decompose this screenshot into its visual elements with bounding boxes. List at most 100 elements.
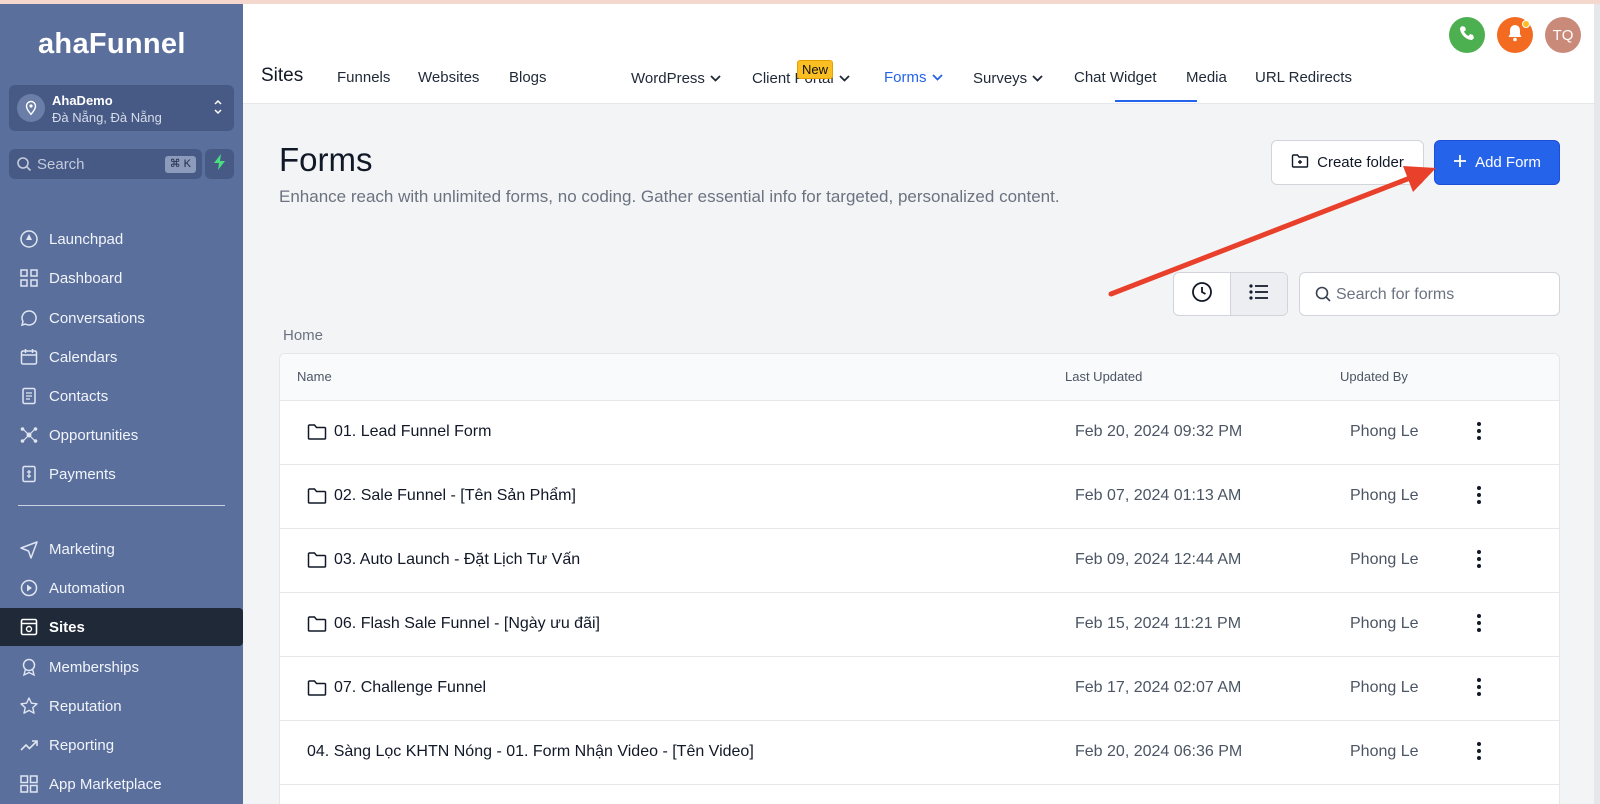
tab-label: Chat Widget (1074, 69, 1157, 86)
address-book-icon (19, 386, 39, 406)
clock-icon (1191, 281, 1213, 308)
trend-icon (19, 735, 39, 755)
phone-button[interactable] (1449, 17, 1485, 53)
more-vertical-icon[interactable] (1476, 741, 1482, 766)
chevron-down-icon (931, 68, 943, 85)
sidebar-item-label: Automation (49, 579, 125, 597)
lightning-icon (213, 153, 227, 175)
sidebar-item-calendars[interactable]: Calendars (0, 338, 243, 376)
list-view-button[interactable] (1231, 273, 1287, 315)
badge-icon (19, 657, 39, 677)
sidebar-item-label: Dashboard (49, 269, 123, 287)
brand-logo[interactable]: ahaFunnel (38, 28, 186, 61)
sites-icon (19, 617, 39, 637)
row-last-updated: Feb 20, 2024 09:32 PM (1075, 423, 1243, 440)
tab-websites[interactable]: Websites (418, 69, 479, 86)
sidebar-item-label: Calendars (49, 348, 118, 366)
create-folder-button[interactable]: Create folder (1271, 140, 1424, 185)
add-form-button[interactable]: Add Form (1434, 140, 1560, 185)
sidebar-item-label: Contacts (49, 387, 109, 405)
sidebar-item-dashboard[interactable]: Dashboard (0, 259, 243, 297)
table-row[interactable]: 04. Sàng Lọc KHTN Nóng - 01. Form Nhận V… (280, 721, 1559, 785)
search-icon (16, 156, 32, 177)
folder-icon (307, 551, 327, 574)
row-last-updated: Feb 15, 2024 11:21 PM (1075, 615, 1242, 632)
row-name: 02. Sale Funnel - [Tên Sản Phẩm] (334, 487, 576, 504)
sidebar-item-automation[interactable]: Automation (0, 569, 243, 607)
column-name[interactable]: Name (297, 369, 332, 384)
tab-label: Surveys (973, 70, 1028, 87)
tab-blogs[interactable]: Blogs (509, 69, 547, 86)
search-forms-input[interactable]: Search for forms (1299, 272, 1560, 316)
folder-icon (307, 487, 327, 510)
chevron-down-icon (710, 69, 721, 86)
row-updated-by: Phong Le (1350, 679, 1419, 696)
add-form-label: Add Form (1475, 154, 1541, 171)
chevron-down-icon (839, 69, 850, 86)
row-last-updated: Feb 07, 2024 01:13 AM (1075, 487, 1242, 504)
sidebar-search[interactable]: Search ⌘ K (9, 149, 202, 179)
more-vertical-icon[interactable] (1476, 421, 1482, 446)
tab-funnels[interactable]: Funnels (337, 69, 390, 86)
sidebar-item-reporting[interactable]: Reporting (0, 726, 243, 764)
table-row[interactable]: 03. Auto Launch - Đặt Lịch Tư Vấn Feb 09… (280, 529, 1559, 593)
new-badge: New (797, 60, 834, 79)
sidebar-item-launchpad[interactable]: Launchpad (0, 220, 243, 258)
quick-action-button[interactable] (205, 149, 234, 179)
row-updated-by: Phong Le (1350, 615, 1419, 632)
row-name: 07. Challenge Funnel (334, 679, 487, 696)
sidebar-item-contacts[interactable]: Contacts (0, 377, 243, 415)
view-toggle (1173, 272, 1288, 316)
tab-label: Websites (418, 69, 480, 86)
more-vertical-icon[interactable] (1476, 485, 1482, 510)
scrollbar-track (1594, 4, 1600, 804)
chat-icon (19, 308, 39, 328)
forms-table: Name Last Updated Updated By 01. Lead Fu… (279, 353, 1560, 804)
header-title: Sites (261, 65, 304, 86)
tab-media[interactable]: Media (1186, 69, 1227, 86)
sidebar-item-sites[interactable]: Sites (0, 608, 243, 646)
column-updated-by[interactable]: Updated By (1340, 369, 1408, 384)
apps-icon (19, 774, 39, 794)
bell-icon (1506, 23, 1524, 47)
folder-icon (307, 615, 327, 638)
more-vertical-icon[interactable] (1476, 677, 1482, 702)
row-last-updated: Feb 09, 2024 12:44 AM (1075, 551, 1242, 568)
sidebar-item-label: Launchpad (49, 230, 124, 248)
notification-dot (1522, 20, 1530, 28)
table-row[interactable]: 01. Lead Funnel Form Feb 20, 2024 09:32 … (280, 401, 1559, 465)
sidebar-item-conversations[interactable]: Conversations (0, 299, 243, 337)
top-header: Sites Funnels Websites Blogs WordPress C… (243, 4, 1594, 104)
sidebar-item-marketing[interactable]: Marketing (0, 530, 243, 568)
sidebar-item-payments[interactable]: Payments (0, 455, 243, 493)
recent-view-button[interactable] (1174, 273, 1231, 315)
chevron-updown-icon (212, 97, 224, 122)
sidebar-item-reputation[interactable]: Reputation (0, 687, 243, 725)
account-name: AhaDemo (52, 93, 113, 108)
active-tab-indicator (1115, 100, 1197, 102)
more-vertical-icon[interactable] (1476, 549, 1482, 574)
sidebar-item-memberships[interactable]: Memberships (0, 648, 243, 686)
tab-url-redirects[interactable]: URL Redirects (1255, 69, 1352, 86)
sidebar-item-opportunities[interactable]: Opportunities (0, 416, 243, 454)
page-title: Forms (279, 141, 373, 178)
table-row[interactable]: 02. Sale Funnel - [Tên Sản Phẩm] Feb 07,… (280, 465, 1559, 529)
tab-chat-widget[interactable]: Chat Widget (1074, 69, 1157, 86)
tab-wordpress[interactable]: WordPress (631, 69, 721, 87)
table-row[interactable]: 07. Challenge Funnel Feb 17, 2024 02:07 … (280, 657, 1559, 721)
avatar[interactable]: TQ (1545, 17, 1581, 53)
avatar-initials: TQ (1552, 26, 1574, 44)
account-switcher[interactable]: AhaDemo Đà Nẵng, Đà Nẵng (9, 85, 234, 131)
column-last-updated[interactable]: Last Updated (1065, 369, 1142, 384)
tab-forms[interactable]: Forms (884, 68, 943, 86)
tab-label: URL Redirects (1255, 69, 1352, 86)
sidebar: ahaFunnel AhaDemo Đà Nẵng, Đà Nẵng Searc… (0, 4, 243, 804)
more-vertical-icon[interactable] (1476, 613, 1482, 638)
calendar-icon (19, 347, 39, 367)
sidebar-item-app-marketplace[interactable]: App Marketplace (0, 765, 243, 803)
sidebar-item-label: Opportunities (49, 426, 139, 444)
breadcrumb[interactable]: Home (283, 327, 323, 344)
notifications-button[interactable] (1497, 17, 1533, 53)
tab-surveys[interactable]: Surveys (973, 69, 1043, 87)
table-row[interactable]: 06. Flash Sale Funnel - [Ngày ưu đãi] Fe… (280, 593, 1559, 657)
